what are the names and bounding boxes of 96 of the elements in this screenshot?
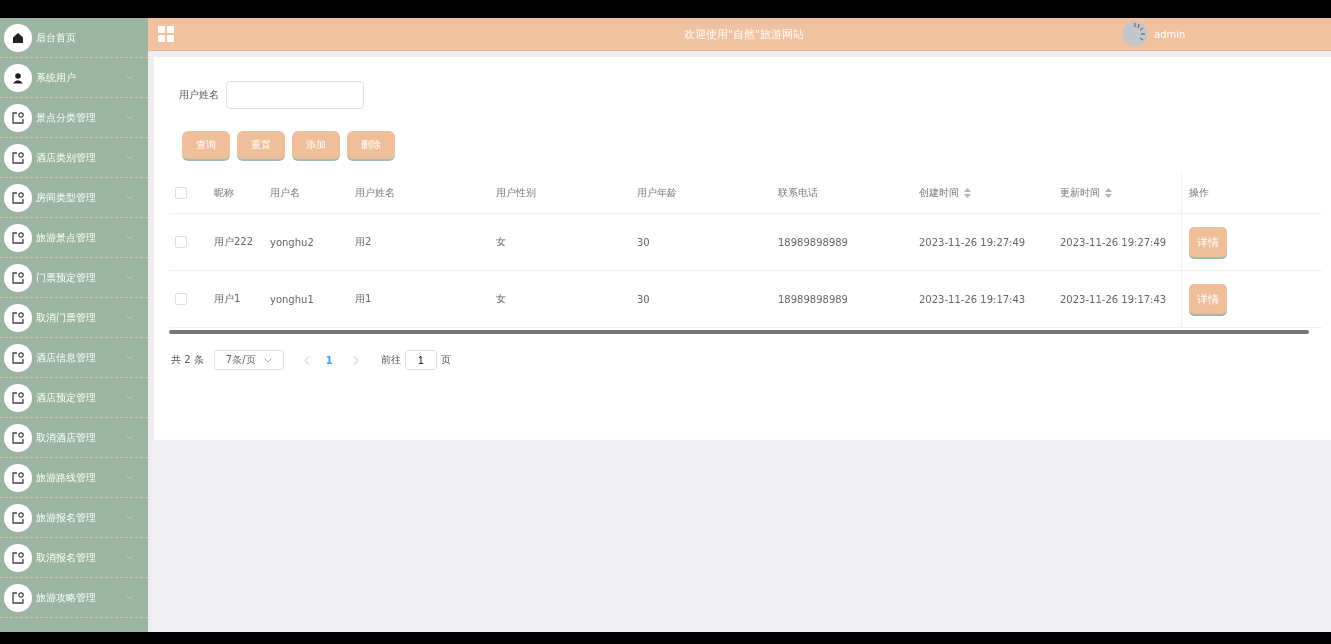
action-button[interactable]: 删除 (347, 131, 395, 159)
column-header: 用户年龄 (637, 186, 677, 200)
chevron-down-icon (126, 395, 134, 400)
column-header: 更新时间 (1060, 186, 1100, 200)
chevron-down-icon (126, 555, 134, 560)
chevron-down-icon (126, 435, 134, 440)
checkbox[interactable] (175, 236, 187, 248)
table-cell: yonghu1 (270, 293, 314, 305)
site-title: 欢迎使用"自然"旅游网站 (684, 26, 805, 42)
chevron-down-icon (126, 315, 134, 320)
menu-item[interactable]: 旅游景点管理 (0, 218, 148, 258)
chevron-down-icon (126, 475, 134, 480)
table-cell: 18989898989 (778, 236, 848, 248)
note-icon (11, 390, 25, 405)
details-button[interactable]: 详情 (1189, 227, 1227, 257)
note-icon (11, 590, 25, 605)
column-header: 创建时间 (919, 186, 959, 200)
action-button[interactable]: 查询 (182, 131, 230, 159)
note-icon (11, 510, 25, 525)
table-cell: 2023-11-26 19:27:49 (1060, 236, 1167, 248)
column-header: 操作 (1189, 186, 1209, 200)
chevron-down-icon (126, 595, 134, 600)
page-suffix: 页 (440, 353, 451, 367)
previous-icon[interactable] (303, 355, 310, 365)
menu-item[interactable]: 旅游攻略管理 (0, 578, 148, 618)
note-icon (11, 150, 25, 165)
user-icon (12, 71, 24, 84)
note-icon (11, 350, 25, 365)
table-cell: yonghu2 (270, 236, 314, 248)
page-number[interactable]: 1 (325, 354, 333, 366)
table-cell: 用1 (355, 292, 372, 306)
note-icon (11, 230, 25, 245)
chevron-down-icon (126, 275, 134, 280)
home-icon (12, 31, 24, 44)
menu-item[interactable]: 房间类型管理 (0, 178, 148, 218)
grid-icon[interactable] (158, 26, 174, 42)
name-input[interactable] (226, 81, 364, 109)
menu-item[interactable]: 酒店预定管理 (0, 378, 148, 418)
menu-item[interactable]: 取消酒店管理 (0, 418, 148, 458)
chevron-down-icon (126, 115, 134, 120)
page-size-select[interactable]: 7条/页 (213, 350, 284, 370)
menu-item[interactable]: 旅游报名管理 (0, 498, 148, 538)
menu-item[interactable]: 景点分类管理 (0, 98, 148, 138)
table-cell: 用户1 (214, 292, 241, 306)
next-icon[interactable] (352, 355, 359, 365)
note-icon (11, 470, 25, 485)
note-icon (11, 430, 25, 445)
table-cell: 18989898989 (778, 293, 848, 305)
page-input[interactable]: 1 (404, 350, 437, 370)
menu-item[interactable]: 旅游路线管理 (0, 458, 148, 498)
column-header: 昵称 (214, 186, 234, 200)
table-cell: 女 (496, 235, 506, 249)
chevron-down-icon[interactable] (263, 357, 272, 363)
chevron-down-icon (126, 75, 134, 80)
table-cell: 2023-11-26 19:17:43 (919, 293, 1026, 305)
menu-item[interactable]: 后台首页 (0, 18, 148, 58)
menu-item[interactable]: 酒店信息管理 (0, 338, 148, 378)
menu-item[interactable]: 系统用户 (0, 58, 148, 98)
column-header: 用户性别 (496, 186, 536, 200)
action-button[interactable]: 重置 (237, 131, 285, 159)
goto-label: 前往 (380, 353, 401, 367)
table-cell: 30 (637, 236, 650, 248)
checkbox[interactable] (175, 293, 187, 305)
chevron-down-icon (126, 355, 134, 360)
chevron-down-icon (126, 515, 134, 520)
scrollbar[interactable] (169, 330, 1309, 334)
spinner-icon (1122, 21, 1149, 47)
menu-item[interactable]: 取消报名管理 (0, 538, 148, 578)
table-cell: 2023-11-26 19:17:43 (1060, 293, 1167, 305)
menu-item[interactable]: 酒店类别管理 (0, 138, 148, 178)
column-header: 用户名 (270, 186, 300, 200)
total-count: 共 2 条 (171, 353, 204, 367)
table-cell: 2023-11-26 19:27:49 (919, 236, 1026, 248)
table-cell: 30 (637, 293, 650, 305)
username[interactable]: admin (1154, 28, 1186, 40)
details-button[interactable]: 详情 (1189, 284, 1227, 314)
table-cell: 用2 (355, 235, 372, 249)
note-icon (11, 270, 25, 285)
chevron-down-icon (126, 155, 134, 160)
column-header: 用户姓名 (355, 186, 395, 200)
note-icon (11, 550, 25, 565)
chevron-down-icon (126, 235, 134, 240)
menu-item[interactable]: 取消门票管理 (0, 298, 148, 338)
field-label: 用户姓名 (179, 88, 219, 102)
table-cell: 女 (496, 292, 506, 306)
checkbox[interactable] (175, 187, 187, 199)
note-icon (11, 110, 25, 125)
note-icon (11, 190, 25, 205)
note-icon (11, 310, 25, 325)
chevron-down-icon (126, 195, 134, 200)
action-button[interactable]: 添加 (292, 131, 340, 159)
sort-icon[interactable] (964, 188, 971, 198)
table-cell: 用户222 (214, 235, 254, 249)
sort-icon[interactable] (1105, 188, 1112, 198)
column-header: 联系电话 (778, 186, 818, 200)
menu-item[interactable]: 门票预定管理 (0, 258, 148, 298)
